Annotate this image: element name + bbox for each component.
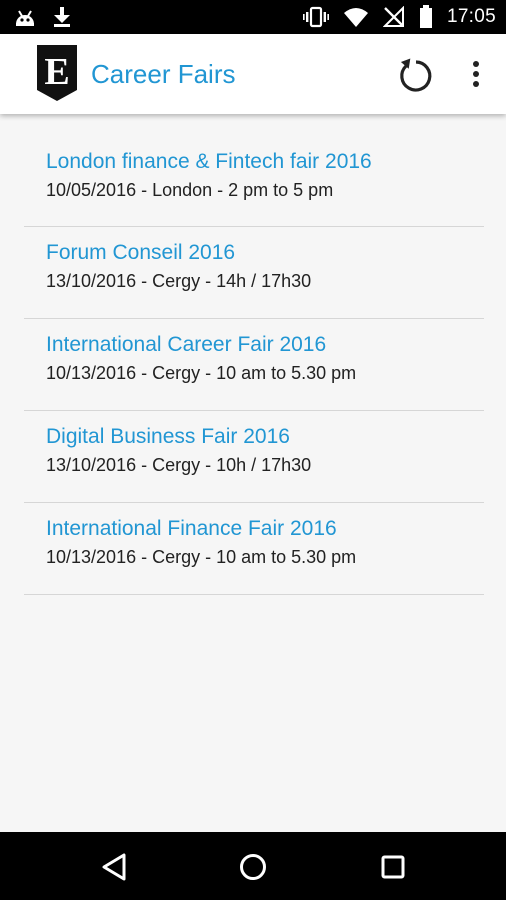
- logo-letter: E: [44, 51, 69, 93]
- status-bar-system: 17:05: [302, 5, 496, 29]
- refresh-button[interactable]: [396, 56, 436, 96]
- home-button[interactable]: [236, 850, 270, 884]
- page-title: Career Fairs: [91, 59, 236, 89]
- download-icon: [54, 7, 70, 27]
- no-signal-icon: [382, 6, 404, 27]
- home-icon: [240, 854, 266, 880]
- fair-title: Forum Conseil 2016: [46, 241, 236, 264]
- android-debug-icon: [16, 10, 34, 26]
- fair-title: International Finance Fair 2016: [46, 517, 337, 540]
- vibrate-icon: [302, 6, 329, 28]
- recents-icon: [381, 855, 405, 879]
- fair-details: 13/10/2016 - Cergy - 14h / 17h30: [46, 271, 312, 291]
- battery-icon: [419, 5, 432, 28]
- career-fairs-list: London finance & Fintech fair 2016 10/05…: [24, 136, 484, 595]
- list-item[interactable]: Forum Conseil 2016 13/10/2016 - Cergy - …: [24, 227, 484, 319]
- wifi-icon: [343, 8, 368, 27]
- essec-logo-icon: E: [37, 45, 77, 101]
- list-item[interactable]: Digital Business Fair 2016 13/10/2016 - …: [24, 411, 484, 503]
- app-bar: E Career Fairs: [0, 34, 506, 114]
- back-button[interactable]: [98, 850, 132, 884]
- overflow-menu-icon: [473, 61, 479, 87]
- fair-title: International Career Fair 2016: [46, 333, 327, 356]
- fair-details: 10/05/2016 - London - 2 pm to 5 pm: [46, 180, 334, 200]
- fair-title: London finance & Fintech fair 2016: [46, 150, 372, 173]
- list-item[interactable]: International Career Fair 2016 10/13/201…: [24, 319, 484, 411]
- navigation-bar: [0, 832, 506, 900]
- overflow-menu-button[interactable]: [462, 56, 490, 96]
- list-item[interactable]: International Finance Fair 2016 10/13/20…: [24, 503, 484, 595]
- fair-details: 10/13/2016 - Cergy - 10 am to 5.30 pm: [46, 363, 357, 383]
- status-bar-notifications: [14, 6, 72, 28]
- back-icon: [102, 853, 126, 881]
- status-bar: 17:05: [0, 0, 506, 34]
- fair-title: Digital Business Fair 2016: [46, 425, 290, 448]
- recents-button[interactable]: [376, 850, 410, 884]
- status-bar-time: 17:05: [446, 6, 496, 27]
- fair-details: 13/10/2016 - Cergy - 10h / 17h30: [46, 455, 312, 475]
- list-item[interactable]: London finance & Fintech fair 2016 10/05…: [24, 136, 484, 227]
- fair-details: 10/13/2016 - Cergy - 10 am to 5.30 pm: [46, 547, 357, 567]
